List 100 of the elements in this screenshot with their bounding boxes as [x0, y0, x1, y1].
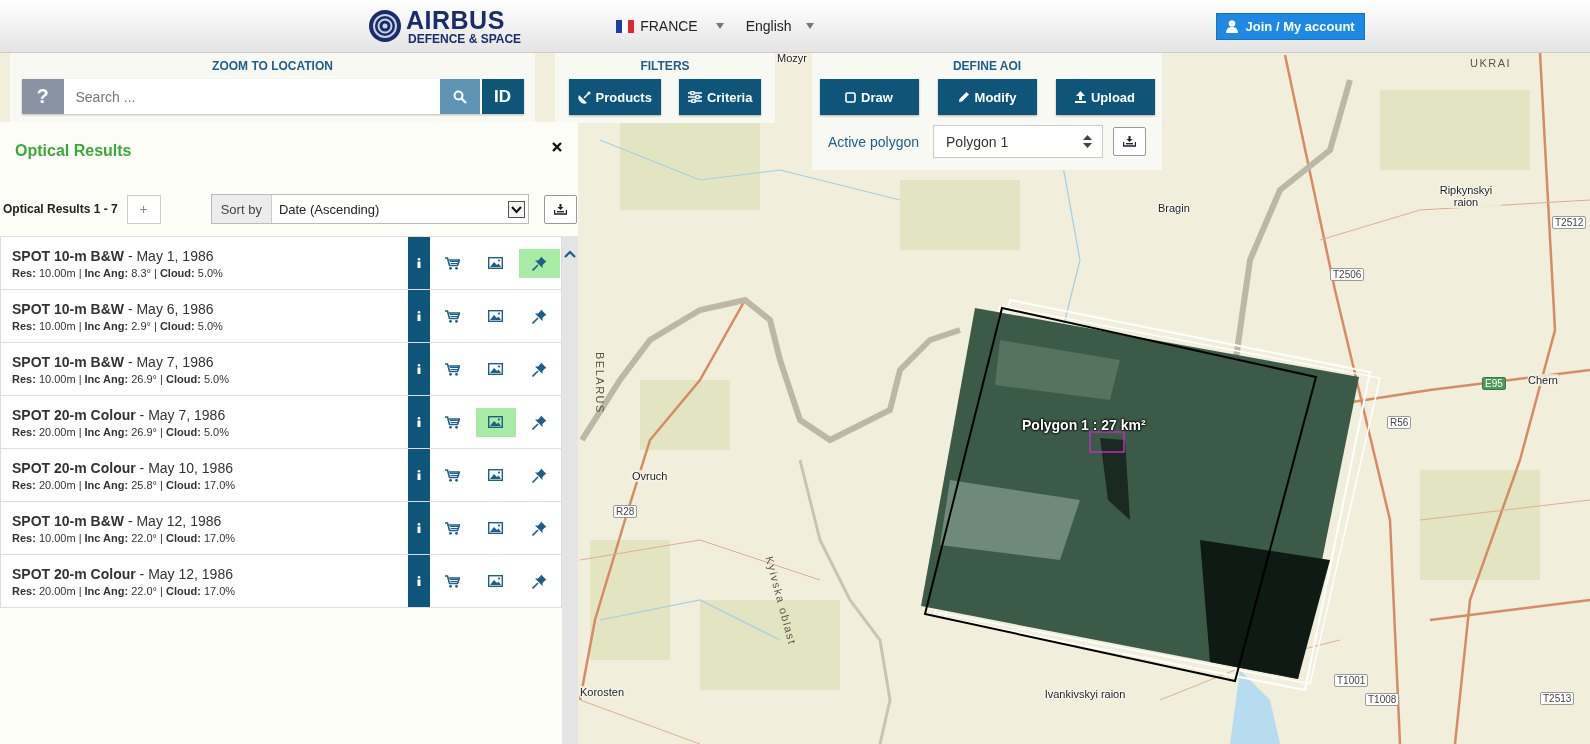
result-row[interactable]: SPOT 10-m B&W - May 12, 1986 Res: 10.00m | Inc Ang: 22.0° | Cloud: 17.0% [0, 502, 562, 555]
result-title: SPOT 10-m B&W - May 6, 1986 [12, 300, 215, 317]
cart-icon [444, 521, 460, 535]
cart-icon [444, 468, 460, 482]
active-polygon-label: Active polygon [827, 133, 920, 150]
caret-icon [715, 23, 724, 29]
panel-title: ZOOM TO LOCATION [212, 59, 333, 73]
image-icon [488, 310, 504, 322]
road-number-label: R28 [613, 505, 638, 518]
search-field[interactable]: Search ... [63, 79, 440, 114]
cart-icon [444, 574, 460, 588]
info-button[interactable] [408, 396, 430, 448]
polygon-area-label: Polygon 1 : 27 km² [1022, 417, 1146, 433]
result-title: SPOT 20-m Colour - May 7, 1986 [12, 406, 227, 423]
road-number-label: E95 [1482, 377, 1506, 390]
chevron-up-icon [564, 250, 576, 258]
image-icon [488, 257, 504, 269]
flag-icon [616, 19, 635, 33]
language-dropdown[interactable]: English [745, 18, 814, 34]
result-row[interactable]: SPOT 20-m Colour - May 10, 1986 Res: 20.00m | Inc Ang: 25.8° | Cloud: 17.0% [0, 449, 562, 502]
result-details: Res: 10.00m | Inc Ang: 2.9° | Cloud: 5.0% [12, 319, 224, 332]
aoi-button[interactable]: Modify [937, 79, 1037, 115]
region-label: UKRAI [1470, 57, 1512, 70]
aoi-polygon[interactable] [1089, 431, 1125, 453]
result-title: SPOT 10-m B&W - May 12, 1986 [12, 512, 223, 529]
result-details: Res: 20.00m | Inc Ang: 25.8° | Cloud: 17.0% [12, 478, 237, 491]
polygon-select[interactable]: Polygon 1 [933, 125, 1104, 158]
country-dropdown[interactable]: FRANCE [616, 18, 724, 34]
pin-icon [532, 255, 548, 271]
info-button[interactable] [408, 449, 430, 501]
filter-button[interactable]: Criteria [678, 79, 762, 115]
place-label: Korosten [580, 686, 625, 699]
cart-icon [444, 309, 460, 323]
result-row[interactable]: SPOT 10-m B&W - May 7, 1986 Res: 10.00m | Inc Ang: 26.9° | Cloud: 5.0% [0, 343, 562, 396]
panel-title: FILTERS [640, 59, 690, 73]
image-icon [488, 416, 504, 428]
pencil-icon [957, 91, 970, 103]
sort-dropdown[interactable]: Date (Ascending) [271, 195, 528, 223]
info-icon [417, 364, 421, 374]
preview-button[interactable] [475, 407, 517, 437]
info-icon [417, 258, 421, 268]
close-button[interactable] [550, 140, 564, 154]
result-details: Res: 20.00m | Inc Ang: 22.0° | Cloud: 17.0% [12, 584, 237, 597]
info-icon [417, 417, 421, 427]
logo-wordmark: AIRBUS [406, 7, 506, 33]
pin-icon [532, 361, 548, 377]
result-details: Res: 10.00m | Inc Ang: 22.0° | Cloud: 17.0% [12, 531, 237, 544]
id-button[interactable]: ID [481, 79, 524, 114]
info-button[interactable] [408, 290, 430, 342]
cart-icon [444, 256, 460, 270]
result-row[interactable]: SPOT 10-m B&W - May 1, 1986 Res: 10.00m | Inc Ang: 8.3° | Cloud: 5.0% [0, 236, 562, 290]
pin-icon [532, 414, 548, 430]
result-row[interactable]: SPOT 10-m B&W - May 6, 1986 Res: 10.00m | Inc Ang: 2.9° | Cloud: 5.0% [0, 290, 562, 343]
caret-icon [805, 23, 814, 29]
search-button[interactable] [439, 79, 480, 114]
download-button[interactable] [1113, 127, 1147, 156]
download-button[interactable] [543, 194, 577, 224]
info-button[interactable] [408, 502, 430, 554]
region-label: Kyivska oblast [763, 555, 799, 647]
panel-title: DEFINE AOI [952, 59, 1022, 73]
aoi-button[interactable]: Upload [1055, 79, 1155, 115]
download-tray-icon [553, 203, 567, 215]
info-button[interactable] [408, 555, 430, 607]
region-label: BELARUS [593, 352, 606, 414]
road-number-label: T1008 [1365, 693, 1400, 706]
result-title: SPOT 20-m Colour - May 10, 1986 [12, 459, 234, 476]
panel-title: Optical Results [15, 142, 132, 160]
image-icon [488, 575, 504, 587]
place-label: Ovruch [632, 470, 668, 483]
info-button[interactable] [408, 343, 430, 395]
image-icon [488, 522, 504, 534]
upload-icon [1074, 91, 1086, 103]
account-button[interactable]: Join / My account [1215, 12, 1365, 40]
result-title: SPOT 20-m Colour - May 12, 1986 [12, 565, 234, 582]
road-number-label: T1001 [1334, 674, 1369, 687]
scrollbar[interactable] [562, 236, 578, 744]
road-number-label: T2513 [1540, 692, 1575, 705]
pin-icon [532, 467, 548, 483]
info-icon [417, 470, 421, 480]
info-icon [417, 311, 421, 321]
result-details: Res: 10.00m | Inc Ang: 8.3° | Cloud: 5.0% [12, 266, 224, 279]
square-icon [845, 91, 857, 103]
info-button[interactable] [408, 237, 430, 289]
search-icon [452, 89, 467, 104]
aoi-button[interactable]: Draw [819, 79, 919, 115]
road-number-label: T2512 [1552, 216, 1587, 229]
sliders-icon [687, 91, 702, 103]
result-details: Res: 20.00m | Inc Ang: 26.9° | Cloud: 5.0% [12, 425, 230, 438]
download-tray-icon [1123, 136, 1137, 147]
pin-icon [532, 520, 548, 536]
cart-icon [444, 362, 460, 376]
result-row[interactable]: SPOT 20-m Colour - May 12, 1986 Res: 20.00m | Inc Ang: 22.0° | Cloud: 17.0% [0, 555, 562, 608]
image-icon [488, 363, 504, 375]
filter-button[interactable]: Products [568, 79, 661, 115]
road-number-label: T2506 [1330, 268, 1365, 281]
result-row[interactable]: SPOT 20-m Colour - May 7, 1986 Res: 20.00m | Inc Ang: 26.9° | Cloud: 5.0% [0, 396, 562, 449]
add-button[interactable]: + [126, 194, 161, 224]
pin-icon [532, 308, 548, 324]
place-label: Bragin [1158, 202, 1190, 215]
pin-button[interactable] [519, 248, 560, 278]
